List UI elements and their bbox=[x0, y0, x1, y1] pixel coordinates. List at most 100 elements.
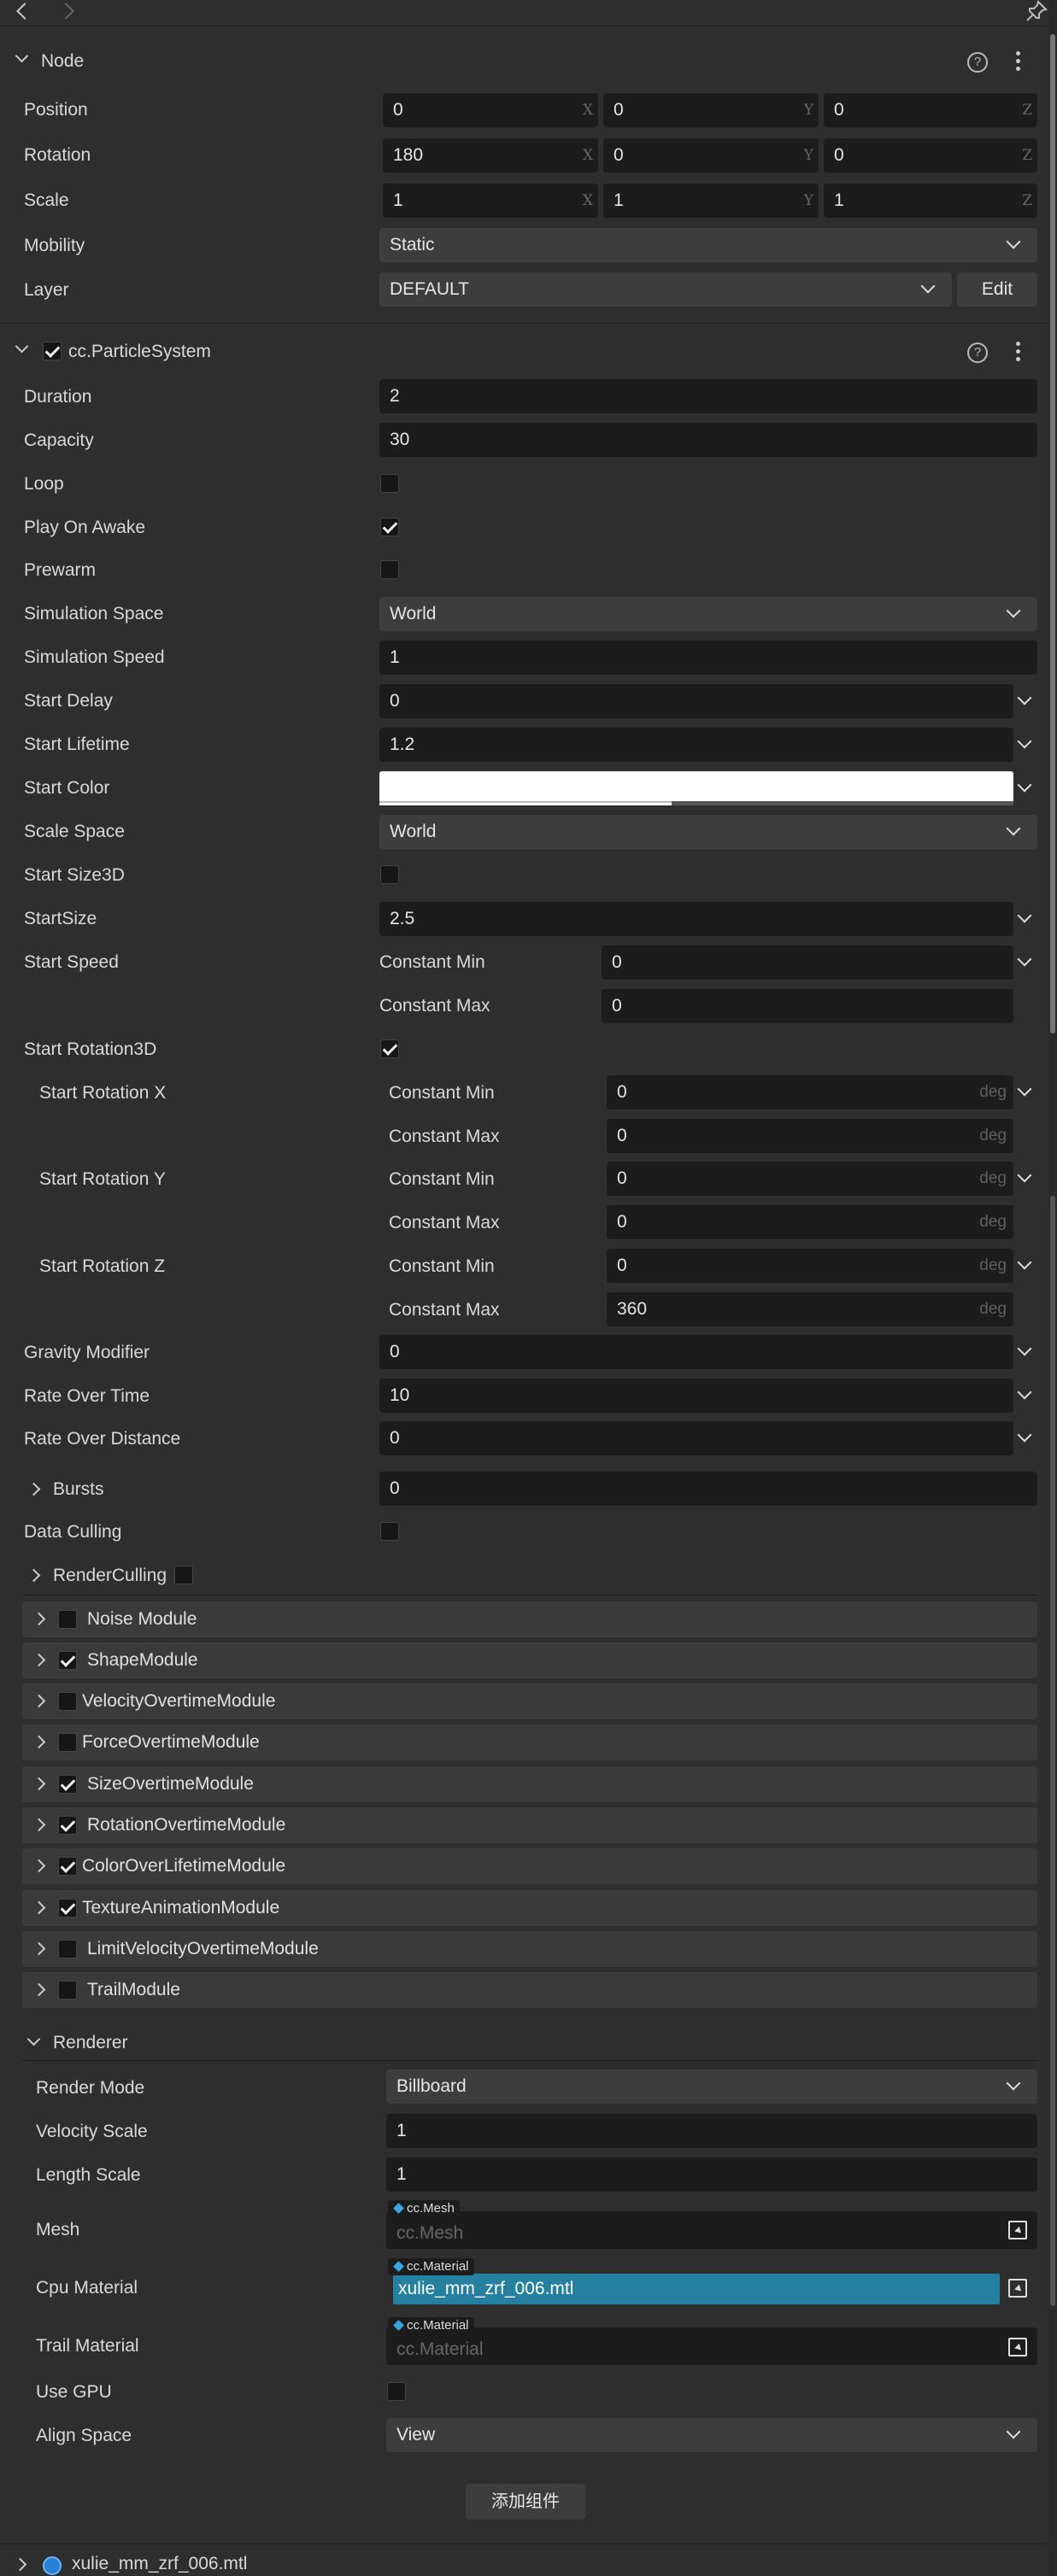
align-space-select[interactable]: View bbox=[386, 2418, 1037, 2452]
expand-renderer-icon[interactable] bbox=[26, 2032, 41, 2046]
scrollbar-thumb-lower[interactable] bbox=[1050, 1196, 1055, 2306]
scrollbar-track[interactable] bbox=[1048, 0, 1057, 2576]
module-size-overtime[interactable]: SizeOvertimeModule bbox=[22, 1766, 1037, 1802]
add-component-button[interactable]: 添加组件 bbox=[466, 2484, 585, 2520]
start-rotation-z-min-input[interactable]: 0 deg bbox=[607, 1249, 1013, 1283]
position-y-input[interactable]: 0Y bbox=[603, 93, 819, 127]
more-icon[interactable] bbox=[1016, 51, 1021, 74]
module-checkbox[interactable] bbox=[58, 1651, 77, 1670]
module-checkbox[interactable] bbox=[58, 1981, 77, 1999]
curve-mode-dropdown-icon[interactable] bbox=[1017, 908, 1032, 923]
render-mode-select[interactable]: Billboard bbox=[386, 2070, 1037, 2104]
module-checkbox[interactable] bbox=[58, 1899, 77, 1917]
chevron-left-icon[interactable] bbox=[16, 3, 33, 20]
pin-icon[interactable] bbox=[1025, 0, 1048, 22]
rotation-z-input[interactable]: 0Z bbox=[824, 138, 1037, 173]
curve-mode-dropdown-icon[interactable] bbox=[1017, 734, 1032, 749]
expand-asset-icon[interactable] bbox=[13, 2557, 27, 2572]
simulation-space-select[interactable]: World bbox=[379, 597, 1037, 631]
start-speed-max-input[interactable]: 0 bbox=[602, 989, 1013, 1023]
start-rotation-y-max-input[interactable]: 0 deg bbox=[607, 1205, 1013, 1239]
scrollbar-thumb[interactable] bbox=[1050, 34, 1055, 1033]
render-culling-checkbox[interactable] bbox=[174, 1566, 193, 1584]
module-checkbox[interactable] bbox=[58, 1816, 77, 1835]
expand-bursts-icon[interactable] bbox=[26, 1482, 41, 1496]
start-size-input[interactable]: 2.5 bbox=[379, 902, 1013, 936]
curve-mode-dropdown-icon[interactable] bbox=[1017, 1081, 1032, 1097]
start-speed-min-input[interactable]: 0 bbox=[602, 946, 1013, 980]
layer-select[interactable]: DEFAULT bbox=[379, 272, 952, 307]
velocity-scale-input[interactable]: 1 bbox=[386, 2114, 1037, 2148]
particle-system-enabled-checkbox[interactable] bbox=[43, 342, 62, 360]
start-color-swatch[interactable] bbox=[379, 771, 1013, 805]
more-icon[interactable] bbox=[1016, 342, 1021, 365]
gravity-modifier-input[interactable]: 0 bbox=[379, 1335, 1013, 1369]
module-color-over-lifetime[interactable]: ColorOverLifetimeModule bbox=[22, 1848, 1037, 1884]
start-delay-input[interactable]: 0 bbox=[379, 684, 1013, 718]
capacity-input[interactable]: 30 bbox=[379, 423, 1037, 457]
rotation-y-input[interactable]: 0Y bbox=[603, 138, 819, 173]
node-section-header[interactable]: Node ? bbox=[0, 44, 1057, 79]
help-icon[interactable]: ? bbox=[967, 342, 988, 363]
rate-over-time-input[interactable]: 10 bbox=[379, 1379, 1013, 1413]
start-rotation-z-max-input[interactable]: 360 deg bbox=[607, 1292, 1013, 1326]
cpu-material-asset-field[interactable]: xulie_mm_zrf_006.mtl bbox=[393, 2274, 1000, 2304]
module-force-overtime[interactable]: ForceOvertimeModule bbox=[22, 1724, 1037, 1760]
expand-render-culling-icon[interactable] bbox=[26, 1568, 41, 1583]
module-trail[interactable]: TrailModule bbox=[22, 1972, 1037, 2008]
data-culling-checkbox[interactable] bbox=[380, 1522, 399, 1541]
module-shape[interactable]: ShapeModule bbox=[22, 1642, 1037, 1678]
prewarm-checkbox[interactable] bbox=[380, 560, 399, 579]
bursts-count-input[interactable]: 0 bbox=[379, 1472, 1037, 1506]
asset-picker-icon[interactable] bbox=[1008, 2338, 1027, 2356]
scale-x-input[interactable]: 1X bbox=[383, 184, 598, 218]
help-icon[interactable]: ? bbox=[967, 52, 988, 73]
rate-over-distance-input[interactable]: 0 bbox=[379, 1421, 1013, 1455]
position-x-input[interactable]: 0X bbox=[383, 93, 598, 127]
start-rotation-x-max-input[interactable]: 0 deg bbox=[607, 1119, 1013, 1153]
module-texture-animation[interactable]: TextureAnimationModule bbox=[22, 1890, 1037, 1926]
chevron-right-icon[interactable] bbox=[57, 3, 74, 20]
start-lifetime-input[interactable]: 1.2 bbox=[379, 728, 1013, 762]
trail-material-asset-field[interactable]: cc.Material bbox=[386, 2327, 1037, 2365]
asset-picker-icon[interactable] bbox=[1008, 2221, 1027, 2239]
curve-mode-dropdown-icon[interactable] bbox=[1017, 1427, 1032, 1443]
curve-mode-dropdown-icon[interactable] bbox=[1017, 951, 1032, 967]
module-checkbox[interactable] bbox=[58, 1610, 77, 1629]
module-checkbox[interactable] bbox=[58, 1692, 77, 1711]
start-rotation-x-min-input[interactable]: 0 deg bbox=[607, 1075, 1013, 1109]
mesh-asset-field[interactable]: cc.Mesh bbox=[386, 2211, 1037, 2249]
start-rotation3d-checkbox[interactable] bbox=[380, 1039, 399, 1058]
curve-mode-dropdown-icon[interactable] bbox=[1017, 1385, 1032, 1400]
curve-mode-dropdown-icon[interactable] bbox=[1017, 1255, 1032, 1270]
position-z-input[interactable]: 0Z bbox=[824, 93, 1037, 127]
module-noise[interactable]: Noise Module bbox=[22, 1601, 1037, 1637]
rotation-x-input[interactable]: 180 X bbox=[383, 138, 598, 173]
use-gpu-checkbox[interactable] bbox=[387, 2382, 406, 2401]
scale-y-input[interactable]: 1Y bbox=[603, 184, 819, 218]
length-scale-input[interactable]: 1 bbox=[386, 2157, 1037, 2192]
mobility-select[interactable]: Static bbox=[379, 228, 1037, 262]
module-checkbox[interactable] bbox=[58, 1775, 77, 1794]
simulation-speed-input[interactable]: 1 bbox=[379, 641, 1037, 675]
scale-space-select[interactable]: World bbox=[379, 815, 1037, 849]
start-size3d-checkbox[interactable] bbox=[380, 865, 399, 884]
curve-mode-dropdown-icon[interactable] bbox=[1017, 1168, 1032, 1183]
play-on-awake-checkbox[interactable] bbox=[380, 518, 399, 536]
particle-system-header[interactable]: cc.ParticleSystem ? bbox=[0, 335, 1057, 369]
module-checkbox[interactable] bbox=[58, 1733, 77, 1752]
duration-input[interactable]: 2 bbox=[379, 379, 1037, 413]
curve-mode-dropdown-icon[interactable] bbox=[1017, 1341, 1032, 1356]
layer-edit-button[interactable]: Edit bbox=[957, 272, 1037, 307]
start-rotation-y-min-input[interactable]: 0 deg bbox=[607, 1162, 1013, 1196]
scale-z-input[interactable]: 1Z bbox=[824, 184, 1037, 218]
module-checkbox[interactable] bbox=[58, 1940, 77, 1958]
gradient-mode-dropdown-icon[interactable] bbox=[1017, 777, 1032, 793]
module-rotation-overtime[interactable]: RotationOvertimeModule bbox=[22, 1807, 1037, 1843]
loop-checkbox[interactable] bbox=[380, 474, 399, 493]
module-velocity-overtime[interactable]: VelocityOvertimeModule bbox=[22, 1683, 1037, 1719]
curve-mode-dropdown-icon[interactable] bbox=[1017, 690, 1032, 705]
asset-picker-icon[interactable] bbox=[1008, 2279, 1027, 2298]
module-limit-velocity-overtime[interactable]: LimitVelocityOvertimeModule bbox=[22, 1931, 1037, 1967]
module-checkbox[interactable] bbox=[58, 1857, 77, 1876]
